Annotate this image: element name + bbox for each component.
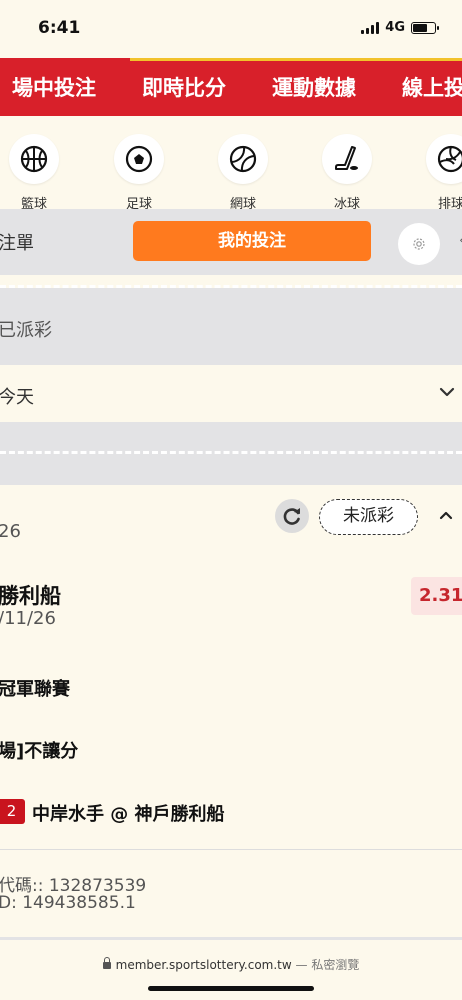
market-type: 場]不讓分 — [0, 741, 79, 762]
signal-icon — [361, 21, 380, 34]
volleyball-icon — [426, 134, 462, 184]
battery-fill — [413, 23, 427, 32]
chevron-up-icon[interactable] — [438, 507, 454, 523]
sport-ice-hockey[interactable]: 冰球 — [307, 134, 387, 209]
sport-label: 網球 — [229, 197, 256, 209]
match-date: /11/26 — [0, 608, 56, 629]
odds-badge: 2.31 — [411, 577, 462, 615]
period-label: 今天 — [0, 387, 34, 408]
bet-card: 未派彩 26 勝利船 2.31 /11/26 冠軍聯賽 場]不讓分 2 中岸水手… — [0, 485, 462, 940]
chevron-down-icon — [439, 387, 455, 397]
sports-selector: 籃球 足球 網球 冰球 排球 — [0, 116, 462, 209]
sport-label: 籃球 — [20, 197, 47, 209]
sport-volleyball[interactable]: 排球 — [411, 134, 462, 209]
settled-label: 已派彩 — [0, 320, 52, 341]
league-name: 冠軍聯賽 — [0, 679, 70, 700]
status-indicators: 4G — [361, 20, 439, 35]
url-separator: — — [291, 958, 312, 972]
dashed-divider — [0, 451, 462, 454]
clock: 6:41 — [38, 18, 81, 38]
tab-online-betting[interactable]: 線上投 — [402, 72, 462, 102]
soccer-ball-icon — [114, 134, 164, 184]
private-mode-label: 私密瀏覽 — [311, 958, 360, 972]
bet-toolbar: 注單 我的投注 ‹ — [0, 209, 462, 275]
score-badge: 2 — [0, 799, 25, 824]
lock-icon — [102, 957, 111, 969]
sport-label: 排球 — [437, 197, 462, 209]
ice-hockey-icon — [322, 134, 372, 184]
sport-basketball[interactable]: 籃球 — [0, 134, 74, 209]
refresh-button[interactable] — [275, 499, 309, 533]
main-nav-tabs: 場中投注 即時比分 運動數據 線上投 — [0, 58, 462, 116]
tab-live-scores[interactable]: 即時比分 — [142, 72, 226, 102]
status-bar: 6:41 4G — [0, 0, 462, 56]
basketball-icon — [9, 134, 59, 184]
refresh-icon — [283, 508, 300, 525]
selected-team: 勝利船 — [0, 584, 61, 608]
settings-button[interactable] — [398, 223, 440, 265]
gear-icon — [413, 238, 425, 250]
tennis-ball-icon — [218, 134, 268, 184]
settled-filter[interactable]: 已派彩 — [0, 288, 462, 365]
battery-icon — [411, 21, 439, 34]
home-indicator[interactable] — [148, 986, 314, 991]
divider — [0, 849, 462, 850]
tab-sports-data[interactable]: 運動數據 — [272, 72, 356, 102]
tab-live-betting[interactable]: 場中投注 — [12, 72, 96, 102]
period-dropdown[interactable]: 今天 — [0, 365, 462, 422]
sport-label: 冰球 — [333, 197, 360, 209]
matchup: 中岸水手 @ 神戶勝利船 — [32, 804, 225, 825]
network-type: 4G — [385, 20, 405, 35]
bet-date-top: 26 — [0, 521, 21, 542]
url-text: member.sportslottery.com.tw — 私密瀏覽 — [0, 956, 462, 973]
sport-soccer[interactable]: 足球 — [99, 134, 179, 209]
bet-slip-tab[interactable]: 注單 — [0, 229, 34, 255]
browser-url-bar[interactable]: member.sportslottery.com.tw — 私密瀏覽 — [0, 940, 462, 1000]
sport-tennis[interactable]: 網球 — [203, 134, 283, 209]
my-bets-button[interactable]: 我的投注 — [133, 221, 371, 261]
url-domain: member.sportslottery.com.tw — [115, 958, 292, 972]
sport-label: 足球 — [125, 197, 152, 209]
bet-id: D: 149438585.1 — [0, 893, 136, 913]
status-badge: 未派彩 — [319, 499, 418, 535]
